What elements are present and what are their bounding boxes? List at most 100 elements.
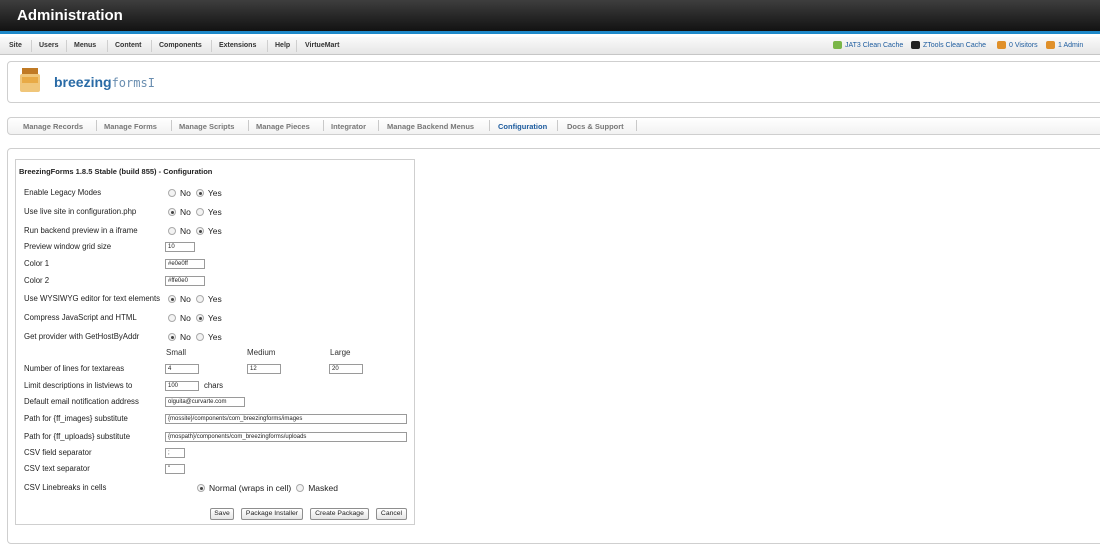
compress-no-radio[interactable] [168, 314, 176, 322]
legacy-modes-label: Enable Legacy Modes [24, 188, 102, 197]
compress-yes-radio[interactable] [195, 314, 204, 322]
menu-site[interactable]: Site [9, 42, 22, 49]
iframe-preview-label: Run backend preview in a iframe [24, 226, 138, 235]
menu-help[interactable]: Help [275, 42, 290, 49]
tab-separator [489, 120, 490, 131]
csv-text-separator-input[interactable]: " [165, 464, 185, 474]
menu-separator [296, 40, 297, 52]
uploads-path-input[interactable]: {mospath}/components/com_breezingforms/u… [165, 432, 407, 442]
tab-integrator[interactable]: Integrator [331, 122, 366, 131]
tab-manage-records[interactable]: Manage Records [23, 122, 83, 131]
compress-radio-group: No Yes [168, 313, 222, 323]
size-header-large: Large [330, 348, 351, 357]
wysiwyg-label: Use WYSIWYG editor for text elements [24, 294, 161, 303]
menu-components[interactable]: Components [159, 42, 202, 49]
visitors-link[interactable]: 0 Visitors [997, 41, 1038, 49]
limit-descriptions-label: Limit descriptions in listviews to [24, 381, 133, 390]
visitors-icon [997, 41, 1006, 49]
configuration-title: BreezingForms 1.8.5 Stable (build 855) -… [19, 167, 213, 176]
broom-icon [833, 41, 842, 49]
menu-separator [211, 40, 212, 52]
menu-content[interactable]: Content [115, 42, 141, 49]
menu-separator [107, 40, 108, 52]
provider-no-radio[interactable] [168, 333, 176, 341]
csv-field-separator-input[interactable]: ; [165, 448, 185, 458]
menu-virtuemart[interactable]: VirtueMart [305, 42, 340, 49]
provider-radio-group: No Yes [168, 332, 222, 342]
iframe-preview-yes-radio[interactable] [195, 227, 204, 235]
tab-separator [323, 120, 324, 131]
textarea-lines-label: Number of lines for textareas [24, 364, 125, 373]
lines-small-input[interactable]: 4 [165, 364, 199, 374]
uploads-path-label: Path for {ff_uploads} substitute [24, 432, 131, 441]
menu-extensions[interactable]: Extensions [219, 42, 256, 49]
live-site-yes-radio[interactable] [195, 208, 204, 216]
tab-docs-support[interactable]: Docs & Support [567, 122, 624, 131]
brand-logo: breezingformsI [54, 74, 155, 90]
csv-linebreaks-masked-radio[interactable] [296, 484, 305, 492]
live-site-no-radio[interactable] [168, 208, 176, 216]
iframe-preview-no-radio[interactable] [168, 227, 176, 235]
menu-separator [66, 40, 67, 52]
tab-manage-backend-menus[interactable]: Manage Backend Menus [387, 122, 474, 131]
breezingforms-logo-icon [20, 68, 40, 92]
chars-label: chars [204, 381, 224, 390]
package-installer-button[interactable]: Package Installer [241, 508, 303, 520]
ztools-icon [911, 41, 920, 49]
menu-separator [151, 40, 152, 52]
menu-users[interactable]: Users [39, 42, 58, 49]
size-header-small: Small [166, 348, 187, 357]
app-title: Administration [17, 7, 123, 24]
size-header-medium: Medium [247, 348, 276, 357]
tab-configuration[interactable]: Configuration [498, 122, 547, 131]
email-label: Default email notification address [24, 397, 139, 406]
grid-size-input[interactable]: 10 [165, 242, 195, 252]
images-path-label: Path for {ff_images} substitute [24, 414, 128, 423]
save-button[interactable]: Save [210, 508, 234, 520]
csv-field-separator-label: CSV field separator [24, 448, 92, 457]
tab-manage-pieces[interactable]: Manage Pieces [256, 122, 310, 131]
wysiwyg-yes-radio[interactable] [195, 295, 204, 303]
tab-separator [96, 120, 97, 131]
create-package-button[interactable]: Create Package [310, 508, 369, 520]
tab-separator [636, 120, 637, 131]
compress-label: Compress JavaScript and HTML [24, 313, 137, 322]
admin-header: Administration [0, 0, 1100, 34]
menu-separator [267, 40, 268, 52]
color2-label: Color 2 [24, 276, 50, 285]
admin-user-icon [1046, 41, 1055, 49]
lines-large-input[interactable]: 20 [329, 364, 363, 374]
provider-label: Get provider with GetHostByAddr [24, 332, 140, 341]
tab-separator [378, 120, 379, 131]
menu-separator [31, 40, 32, 52]
legacy-modes-no-radio[interactable] [168, 189, 176, 197]
live-site-radio-group: No Yes [168, 207, 222, 217]
grid-size-label: Preview window grid size [24, 242, 112, 251]
lines-medium-input[interactable]: 12 [247, 364, 281, 374]
iframe-preview-radio-group: No Yes [168, 226, 222, 236]
legacy-modes-radio-group: No Yes [168, 188, 222, 198]
cancel-button[interactable]: Cancel [376, 508, 407, 520]
tab-manage-scripts[interactable]: Manage Scripts [179, 122, 234, 131]
tab-separator [557, 120, 558, 131]
provider-yes-radio[interactable] [195, 333, 204, 341]
tab-separator [171, 120, 172, 131]
legacy-modes-yes-radio[interactable] [195, 189, 204, 197]
limit-descriptions-input[interactable]: 100 [165, 381, 199, 391]
logo-box [7, 61, 1100, 103]
menu-menus[interactable]: Menus [74, 42, 96, 49]
menu-bar: Site Users Menus Content Components Exte… [0, 37, 1100, 55]
csv-linebreaks-label: CSV Linebreaks in cells [24, 483, 107, 492]
csv-linebreaks-normal-radio[interactable] [197, 484, 205, 492]
images-path-input[interactable]: {mossite}/components/com_breezingforms/i… [165, 414, 407, 424]
jat3-clean-cache-link[interactable]: JAT3 Clean Cache [833, 41, 903, 49]
tab-manage-forms[interactable]: Manage Forms [104, 122, 157, 131]
csv-linebreaks-radio-group: Normal (wraps in cell) Masked [197, 483, 338, 493]
email-input[interactable]: olguita@curvarte.com [165, 397, 245, 407]
wysiwyg-no-radio[interactable] [168, 295, 176, 303]
color1-input[interactable]: #e0e0ff [165, 259, 205, 269]
ztools-clean-cache-link[interactable]: ZTools Clean Cache [911, 41, 986, 49]
admin-link[interactable]: 1 Admin [1046, 41, 1083, 49]
color2-input[interactable]: #ffe0e0 [165, 276, 205, 286]
tab-separator [248, 120, 249, 131]
